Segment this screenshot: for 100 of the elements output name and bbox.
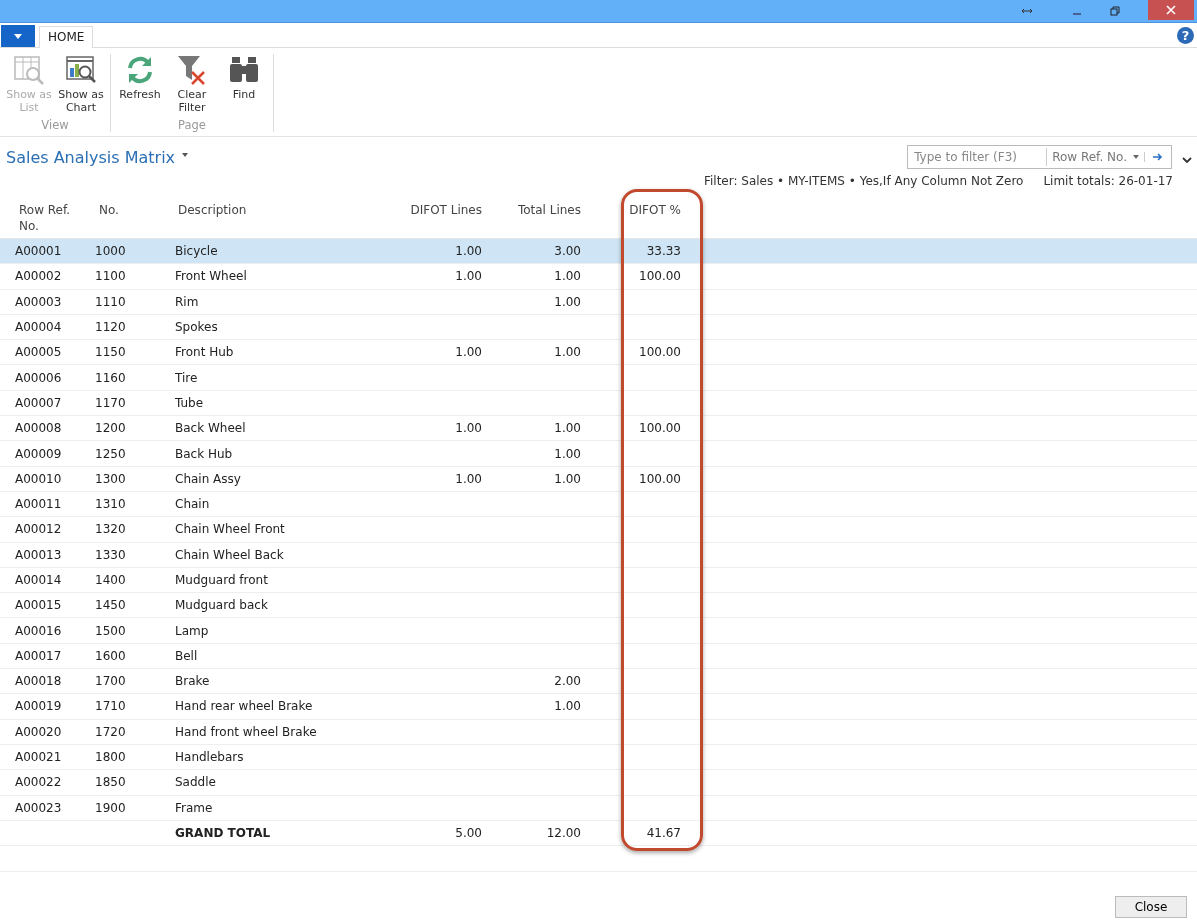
- limit-totals-text: Limit totals: 26-01-17: [1043, 174, 1173, 188]
- table-cell: 1850: [95, 775, 126, 790]
- table-cell: 1250: [95, 446, 126, 461]
- table-cell: Back Hub: [175, 446, 233, 461]
- table-cell: 1000: [95, 244, 126, 259]
- filter-field-dropdown[interactable]: Row Ref. No.: [1046, 148, 1144, 166]
- table-row[interactable]: A00022 1850 Saddle: [0, 770, 1197, 796]
- table-row[interactable]: A00015 1450 Mudguard back: [0, 593, 1197, 619]
- table-cell: 1200: [95, 421, 126, 436]
- table-cell: Back Wheel: [175, 421, 246, 436]
- table-row[interactable]: A00004 1120 Spokes: [0, 314, 1197, 341]
- table-row[interactable]: A00003 1110 Rim 1.00: [0, 289, 1197, 315]
- table-cell: A00003: [15, 294, 62, 309]
- column-header[interactable]: Total Lines: [517, 202, 581, 218]
- table-cell: 1170: [95, 395, 126, 410]
- table-row[interactable]: A00014 1400 Mudguard front: [0, 567, 1197, 594]
- table-cell: 1.00: [455, 345, 482, 360]
- table-cell: 5.00: [455, 825, 482, 840]
- table-cell: 1900: [95, 800, 126, 815]
- table-cell: 1600: [95, 648, 126, 663]
- table-row[interactable]: A00021 1800 Handlebars: [0, 744, 1197, 771]
- table-cell: Tire: [175, 370, 198, 385]
- column-header[interactable]: DIFOT Lines: [410, 202, 482, 218]
- column-header[interactable]: Description: [178, 202, 247, 218]
- table-cell: 1.00: [554, 345, 581, 360]
- table-cell: Front Hub: [175, 345, 234, 360]
- caret-icon: [14, 33, 22, 39]
- table-cell: A00010: [15, 471, 62, 486]
- table-cell: Rim: [175, 294, 199, 309]
- table-cell: 1400: [95, 573, 126, 587]
- table-row[interactable]: A00023 1900 Frame: [0, 795, 1197, 821]
- table-row[interactable]: A00011 1310 Chain: [0, 491, 1197, 518]
- table-cell: 1.00: [554, 699, 581, 714]
- table-row[interactable]: A00018 1700 Brake 2.00: [0, 669, 1197, 695]
- selected-row[interactable]: A00001 1000 Bicycle 1.00 3.00 33.33: [0, 239, 1197, 265]
- table-row[interactable]: A00002 1100 Front Wheel 1.00 1.00 100.00: [0, 264, 1197, 290]
- table-cell: A00014: [15, 573, 62, 587]
- table-row[interactable]: A00006 1160 Tire: [0, 365, 1197, 391]
- table-cell: 1330: [95, 547, 126, 562]
- table-cell: A00019: [15, 699, 62, 714]
- column-header[interactable]: DIFOT %: [629, 202, 681, 218]
- table-row[interactable]: A00012 1320 Chain Wheel Front: [0, 517, 1197, 543]
- table-cell: 1720: [95, 724, 126, 739]
- grand-total-label: GRAND TOTAL: [175, 825, 271, 840]
- ribbon-button[interactable]: Refresh: [115, 54, 165, 118]
- table-row[interactable]: A00013 1330 Chain Wheel Back: [0, 542, 1197, 568]
- table-cell: Spokes: [175, 320, 218, 335]
- table-cell: 1160: [95, 370, 126, 385]
- table-cell: Lamp: [175, 623, 209, 638]
- table-cell: 1310: [95, 497, 126, 512]
- table-row[interactable]: A00005 1150 Front Hub 1.00 1.00 100.00: [0, 340, 1197, 366]
- table-cell: Frame: [175, 800, 213, 815]
- search-field[interactable]: Type to filter (F3) Row Ref. No.: [907, 145, 1172, 169]
- help-icon[interactable]: ?: [1177, 27, 1194, 44]
- table-cell: Chain Assy: [175, 471, 241, 486]
- table-cell: 2.00: [554, 674, 581, 689]
- table-cell: 41.67: [646, 825, 681, 840]
- table-cell: A00012: [15, 522, 62, 537]
- ribbon-group-label: Page: [177, 118, 207, 132]
- ribbon-button[interactable]: Find: [219, 54, 269, 118]
- table-cell: A00016: [15, 623, 62, 638]
- column-header[interactable]: Row Ref. No.: [19, 202, 71, 234]
- table-cell: Mudguard back: [175, 598, 268, 613]
- table-cell: A00006: [15, 370, 62, 385]
- table-cell: Handlebars: [175, 750, 244, 765]
- resize-icon[interactable]: [1022, 8, 1032, 14]
- table-row[interactable]: A00008 1200 Back Wheel 1.00 1.00 100.00: [0, 416, 1197, 442]
- table-cell: 1150: [95, 345, 126, 360]
- close-button[interactable]: Close: [1115, 896, 1187, 918]
- close-window-button[interactable]: [1148, 0, 1194, 20]
- table-cell: Saddle: [175, 775, 216, 790]
- table-cell: A00020: [15, 724, 62, 739]
- app-menu-button[interactable]: [1, 25, 35, 47]
- list-view-icon: [13, 54, 45, 86]
- table-row[interactable]: A00007 1170 Tube: [0, 390, 1197, 417]
- restore-icon[interactable]: [1110, 6, 1120, 16]
- table-cell: A00022: [15, 775, 62, 790]
- table-cell: A00018: [15, 674, 62, 689]
- table-cell: A00007: [15, 395, 62, 410]
- ribbon-tab[interactable]: HOME: [39, 26, 94, 48]
- chevron-icon[interactable]: [1182, 157, 1192, 163]
- ribbon-button[interactable]: Clear Filter: [167, 54, 217, 118]
- caret-icon[interactable]: [182, 153, 189, 157]
- table-row[interactable]: A00009 1250 Back Hub 1.00: [0, 441, 1197, 467]
- table-row[interactable]: GRAND TOTAL 5.00 12.00 41.67: [0, 820, 1197, 847]
- table-row[interactable]: A00019 1710 Hand rear wheel Brake 1.00: [0, 694, 1197, 720]
- table-cell: Brake: [175, 674, 210, 689]
- table-row[interactable]: A00017 1600 Bell: [0, 643, 1197, 670]
- table-cell: A00013: [15, 547, 62, 562]
- table-row[interactable]: A00016 1500 Lamp: [0, 618, 1197, 644]
- ribbon-button[interactable]: Show as Chart: [56, 54, 106, 118]
- table-cell: Chain: [175, 497, 210, 512]
- table-cell: A00023: [15, 800, 62, 815]
- column-header[interactable]: No.: [99, 202, 119, 218]
- table-row[interactable]: A00020 1720 Hand front wheel Brake: [0, 719, 1197, 745]
- table-cell: A00002: [15, 269, 62, 284]
- table-cell: 1.00: [455, 269, 482, 284]
- table-cell: A00008: [15, 421, 62, 436]
- table-row[interactable]: A00010 1300 Chain Assy 1.00 1.00 100.00: [0, 466, 1197, 492]
- table-cell: 100.00: [639, 345, 681, 360]
